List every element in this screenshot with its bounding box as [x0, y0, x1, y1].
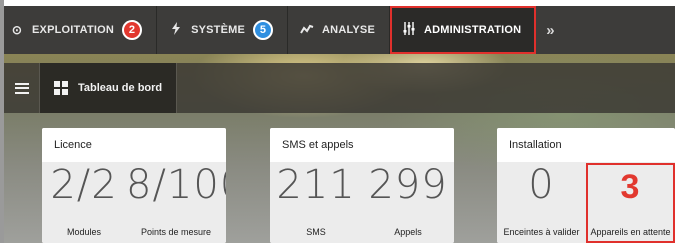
pending-enclosures-value: 0 [528, 162, 555, 208]
measure-points-metric[interactable]: 8/100 Points de mesure [126, 162, 226, 243]
installation-card-title: Installation [497, 128, 675, 162]
nav-more-button[interactable]: » [536, 6, 564, 54]
sms-card-title: SMS et appels [270, 128, 454, 162]
tab-dashboard[interactable]: Tableau de bord [40, 63, 178, 113]
system-count-badge: 5 [253, 20, 274, 40]
pending-enclosures-metric[interactable]: 0 Enceintes à valider [497, 162, 586, 243]
licence-card-body: 2/2 Modules 8/100 Points de mesure [42, 162, 226, 243]
nav-filler [565, 6, 675, 54]
calls-value: 299 [368, 162, 448, 208]
bolt-icon [169, 22, 183, 38]
main-nav: ⊙ EXPLOITATION 2 SYSTÈME 5 ANALYSE ADMIN… [4, 6, 675, 54]
calls-label: Appels [394, 227, 422, 237]
double-chevron-right-icon: » [546, 21, 555, 39]
alert-count-badge: 2 [122, 20, 143, 40]
tab-dashboard-label: Tableau de bord [78, 82, 163, 94]
hamburger-icon [14, 82, 29, 94]
measure-points-label: Points de mesure [140, 227, 212, 237]
sms-value: 211 [276, 162, 356, 208]
pending-devices-highlight [586, 163, 675, 243]
sms-card-body: 211 SMS 299 Appels [270, 162, 454, 243]
chart-line-icon [300, 23, 314, 37]
nav-tab-analyse[interactable]: ANALYSE [288, 6, 390, 54]
nav-tab-administration-label: ADMINISTRATION [423, 24, 522, 36]
sms-card: SMS et appels 211 SMS 299 Appels [270, 128, 454, 243]
nav-tab-systeme-label: SYSTÈME [191, 24, 246, 36]
nav-tab-administration[interactable]: ADMINISTRATION [389, 6, 537, 54]
measure-points-value: 8/100 [126, 162, 226, 208]
eye-icon: ⊙ [11, 23, 23, 37]
licence-card-title: Licence [42, 128, 226, 162]
nav-tab-exploitation[interactable]: ⊙ EXPLOITATION 2 [4, 6, 158, 54]
dashboard-grid-icon [54, 81, 68, 95]
modules-metric[interactable]: 2/2 Modules [42, 162, 126, 243]
pending-enclosures-label: Enceintes à valider [503, 227, 580, 237]
sms-label: SMS [306, 227, 326, 237]
nav-tab-exploitation-label: EXPLOITATION [32, 24, 115, 36]
modules-label: Modules [66, 227, 102, 237]
menu-toggle-button[interactable] [4, 63, 40, 113]
calls-metric[interactable]: 299 Appels [362, 162, 454, 243]
licence-card: Licence 2/2 Modules 8/100 Points de mesu… [42, 128, 226, 243]
sliders-icon [402, 22, 416, 38]
nav-tab-analyse-label: ANALYSE [322, 24, 375, 36]
modules-value: 2/2 [50, 162, 118, 208]
dashboard-toolbar: Tableau de bord [4, 63, 675, 113]
nav-tab-systeme[interactable]: SYSTÈME 5 [157, 6, 289, 54]
sms-metric[interactable]: 211 SMS [270, 162, 362, 243]
